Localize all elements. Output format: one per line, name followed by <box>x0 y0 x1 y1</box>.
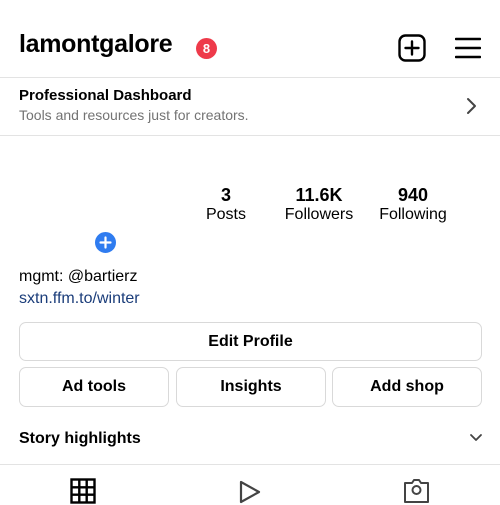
create-post-icon[interactable] <box>398 34 426 62</box>
following-count: 940 <box>397 185 429 205</box>
ad-tools-button[interactable]: Ad tools <box>19 367 169 407</box>
chevron-right-icon <box>467 98 476 114</box>
reels-icon[interactable] <box>237 479 263 505</box>
tabs-divider <box>0 464 500 465</box>
hamburger-menu-icon[interactable] <box>455 37 481 59</box>
stat-followers[interactable]: 11.6K Followers <box>274 185 364 224</box>
edit-profile-button[interactable]: Edit Profile <box>19 322 482 361</box>
followers-label: Followers <box>284 206 354 223</box>
bio-text: mgmt: @bartierz <box>19 268 138 285</box>
bio-link[interactable]: sxtn.ffm.to/winter <box>19 290 140 308</box>
insights-button[interactable]: Insights <box>176 367 326 407</box>
profile-username[interactable]: lamontgalore <box>19 30 173 59</box>
posts-count: 3 <box>220 185 231 205</box>
dashboard-divider <box>0 135 500 136</box>
stat-following[interactable]: 940 Following <box>368 185 458 224</box>
grid-icon[interactable] <box>70 478 96 504</box>
add-shop-button[interactable]: Add shop <box>332 367 482 407</box>
following-label: Following <box>379 206 447 223</box>
dashboard-subtitle: Tools and resources just for creators. <box>19 107 249 123</box>
posts-label: Posts <box>205 206 246 223</box>
chevron-down-icon[interactable] <box>469 433 483 443</box>
plus-icon <box>99 236 112 249</box>
dashboard-title: Professional Dashboard <box>19 87 192 104</box>
story-highlights-title[interactable]: Story highlights <box>19 430 141 448</box>
add-story-button[interactable] <box>93 230 118 255</box>
stat-posts[interactable]: 3 Posts <box>181 185 271 224</box>
followers-count: 11.6K <box>295 185 343 205</box>
notification-badge[interactable]: 8 <box>196 38 217 59</box>
